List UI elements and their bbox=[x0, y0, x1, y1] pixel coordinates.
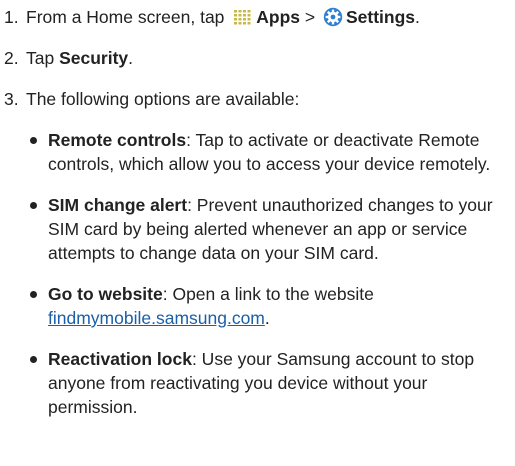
step-text-prefix: Tap bbox=[26, 48, 60, 68]
step-text: The following options are available: bbox=[26, 89, 300, 109]
option-sim-change-alert: SIM change alert: Prevent unauthorized c… bbox=[26, 193, 512, 265]
menu-separator: > bbox=[300, 7, 320, 27]
apps-label: Apps bbox=[256, 7, 301, 27]
options-list: Remote controls: Tap to activate or deac… bbox=[26, 128, 512, 419]
option-title: Go to website bbox=[48, 284, 163, 304]
bullet-dot bbox=[30, 291, 37, 298]
step-3: 3. The following options are available: bbox=[4, 87, 512, 111]
bullet-dot bbox=[30, 202, 37, 209]
findmymobile-link[interactable]: findmymobile.samsung.com bbox=[48, 308, 265, 328]
apps-grid-icon bbox=[233, 7, 253, 25]
option-title: SIM change alert bbox=[48, 195, 188, 215]
step-text: Tap Security. bbox=[26, 46, 512, 70]
step-text-suffix: . bbox=[128, 48, 134, 68]
option-title: Reactivation lock bbox=[48, 349, 192, 369]
step-number: 3. bbox=[4, 89, 19, 109]
step-text-suffix: . bbox=[415, 7, 420, 27]
security-label: Security bbox=[59, 48, 129, 68]
option-description-end: . bbox=[264, 308, 270, 328]
instructions-document: 1. From a Home screen, tap Apps > Settin… bbox=[4, 5, 512, 436]
step-1: 1. From a Home screen, tap Apps > Settin… bbox=[4, 5, 512, 29]
bullet-dot bbox=[30, 356, 37, 363]
option-description: : Open a link to the website bbox=[162, 284, 374, 304]
step-number: 1. bbox=[4, 7, 19, 27]
settings-gear-icon bbox=[323, 7, 343, 27]
step-number: 2. bbox=[4, 48, 19, 68]
settings-label: Settings bbox=[345, 7, 416, 27]
step-text: From a Home screen, tap Apps > Settings. bbox=[26, 5, 512, 29]
option-title: Remote controls bbox=[48, 130, 187, 150]
step-text-prefix: From a Home screen, tap bbox=[26, 7, 230, 27]
option-reactivation-lock: Reactivation lock: Use your Samsung acco… bbox=[26, 347, 512, 419]
bullet-dot bbox=[30, 137, 37, 144]
option-remote-controls: Remote controls: Tap to activate or deac… bbox=[26, 128, 512, 176]
step-2: 2. Tap Security. bbox=[4, 46, 512, 70]
option-go-to-website: Go to website: Open a link to the websit… bbox=[26, 282, 512, 330]
